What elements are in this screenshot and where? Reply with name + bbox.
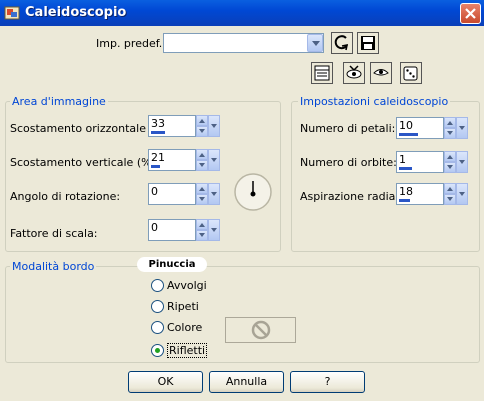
preview-window-icon (314, 65, 330, 81)
orbits-value: 1 (399, 153, 406, 166)
radio-ripeti-label[interactable]: Ripeti (167, 300, 199, 313)
rotation-angle-input[interactable]: 0 (148, 183, 196, 205)
vertical-offset-input[interactable]: 21 (148, 149, 196, 171)
close-icon (465, 8, 476, 19)
scale-factor-label: Fattore di scala: (10, 227, 98, 240)
horizontal-offset-level (151, 131, 165, 134)
radio-rifletti-label[interactable]: Rifletti (167, 343, 208, 358)
orbits-label: Numero di orbite: (300, 156, 397, 169)
horizontal-offset-spinner[interactable] (196, 115, 208, 137)
ok-button[interactable]: OK (128, 371, 203, 393)
close-button[interactable] (460, 3, 481, 24)
kaleidoscope-settings-legend: Impostazioni caleidoscopio (298, 95, 451, 108)
eye-icon (373, 69, 389, 76)
petals-dropdown[interactable] (456, 117, 468, 139)
rotation-angle-label: Angolo di rotazione: (10, 190, 121, 203)
color-swatch (225, 317, 296, 343)
preview-toggle-button[interactable] (311, 62, 333, 84)
orbits-spinner[interactable] (444, 151, 456, 173)
orbits-dropdown[interactable] (456, 151, 468, 173)
radio-ripeti[interactable] (151, 300, 164, 313)
radio-colore-label[interactable]: Colore (167, 321, 202, 334)
cancel-button[interactable]: Annulla (209, 371, 284, 393)
radial-suction-input[interactable]: 18 (396, 183, 444, 205)
radial-suction-level (399, 199, 410, 202)
save-preset-button[interactable] (357, 32, 379, 54)
image-area-legend: Area d'immagine (10, 95, 108, 108)
edge-mode-group (5, 266, 480, 363)
horizontal-offset-value: 33 (151, 117, 165, 130)
scale-factor-dropdown[interactable] (208, 219, 220, 241)
reset-button[interactable] (331, 32, 353, 54)
randomize-button[interactable] (400, 62, 422, 84)
vertical-offset-spinner[interactable] (196, 149, 208, 171)
presets-dropdown-button[interactable] (307, 34, 323, 52)
orbits-input[interactable]: 1 (396, 151, 444, 173)
watermark: Pinuccia (137, 257, 207, 272)
petals-spinner[interactable] (444, 117, 456, 139)
rotation-dial[interactable] (233, 172, 273, 212)
radial-suction-spinner[interactable] (444, 183, 456, 205)
disabled-icon (251, 320, 271, 340)
eye-arrow-icon (346, 65, 362, 79)
help-button[interactable]: ? (290, 371, 365, 393)
radial-suction-dropdown[interactable] (456, 183, 468, 205)
presets-combo[interactable] (163, 33, 324, 53)
petals-level (399, 133, 418, 136)
vertical-offset-level (151, 165, 160, 168)
petals-label: Numero di petali: (300, 122, 396, 135)
auto-proof-button[interactable] (370, 62, 392, 84)
radio-avvolgi-label[interactable]: Avvolgi (167, 279, 207, 292)
app-icon (4, 6, 20, 20)
reset-arrow-icon (334, 35, 349, 51)
floppy-disk-icon (361, 36, 375, 50)
window-title: Caleidoscopio (25, 5, 127, 20)
radial-suction-value: 18 (399, 185, 413, 198)
radio-rifletti[interactable] (151, 344, 164, 357)
dice-icon (403, 66, 418, 81)
radio-colore[interactable] (151, 321, 164, 334)
scale-factor-value: 0 (151, 221, 158, 234)
petals-value: 10 (399, 119, 413, 132)
rotation-angle-spinner[interactable] (196, 183, 208, 205)
radio-avvolgi[interactable] (151, 279, 164, 292)
radial-suction-label: Aspirazione radiale: (300, 190, 409, 203)
rotation-angle-dropdown[interactable] (208, 183, 220, 205)
proof-button[interactable] (343, 62, 365, 84)
scale-factor-spinner[interactable] (196, 219, 208, 241)
horizontal-offset-input[interactable]: 33 (148, 115, 196, 137)
vertical-offset-value: 21 (151, 151, 165, 164)
orbits-level (399, 167, 412, 170)
horizontal-offset-dropdown[interactable] (208, 115, 220, 137)
vertical-offset-label: Scostamento verticale (%): (10, 156, 160, 169)
scale-factor-input[interactable]: 0 (148, 219, 196, 241)
vertical-offset-dropdown[interactable] (208, 149, 220, 171)
presets-label: Imp. predef.: (96, 37, 166, 50)
petals-input[interactable]: 10 (396, 117, 444, 139)
rotation-angle-value: 0 (151, 185, 158, 198)
edge-mode-legend: Modalità bordo (10, 260, 97, 273)
